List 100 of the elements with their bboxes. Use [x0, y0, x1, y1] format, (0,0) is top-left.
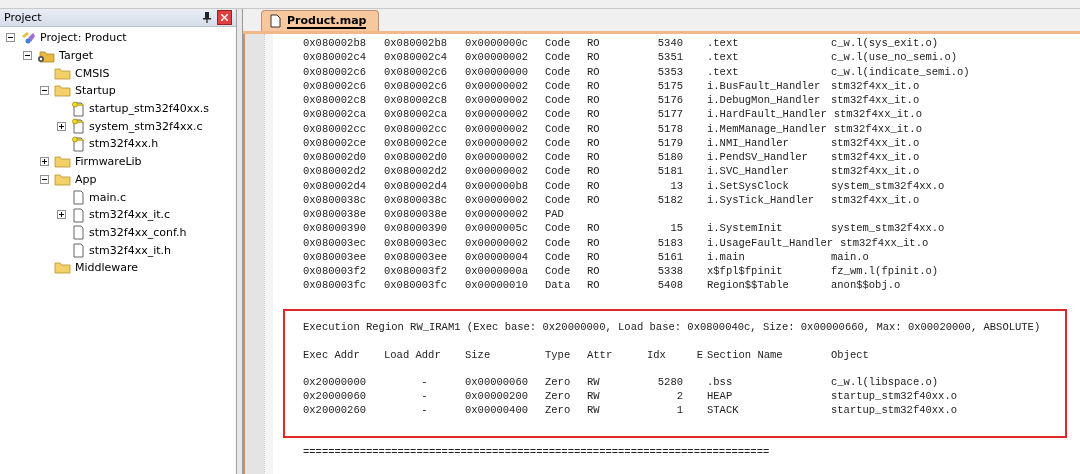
- tree-item[interactable]: CMSIS: [75, 66, 110, 80]
- map-text: 0x00000200: [465, 390, 529, 403]
- map-text: RO: [587, 265, 601, 278]
- map-text: 0x080002c6: [384, 79, 448, 92]
- map-text: stm32f4xx_it.o: [831, 136, 921, 149]
- map-text: 0x20000060: [303, 390, 367, 403]
- map-text: Code: [545, 193, 572, 206]
- column-header: E: [695, 348, 704, 361]
- map-text: i.NMI_Handler: [707, 136, 790, 149]
- map-text: i.SVC_Handler: [707, 165, 790, 178]
- tree-item[interactable]: Project: Product: [40, 31, 127, 45]
- map-text: stm32f4xx_it.o: [831, 193, 921, 206]
- map-text: 0x080003fc: [303, 279, 367, 292]
- tree-item[interactable]: Startup: [75, 84, 116, 98]
- map-text: 0x0000000a: [465, 265, 529, 278]
- map-text: 5180: [656, 151, 683, 164]
- map-text: stm32f4xx_it.o: [831, 79, 921, 92]
- map-text: Zero: [545, 390, 572, 403]
- tree-item[interactable]: startup_stm32f40xx.s: [89, 102, 209, 116]
- column-header: Load Addr: [384, 348, 442, 361]
- expand-icon[interactable]: [56, 210, 66, 220]
- file-icon: [270, 14, 281, 28]
- map-text: 1: [675, 404, 683, 417]
- collapse-icon[interactable]: [39, 174, 49, 184]
- close-icon: [221, 14, 228, 21]
- map-text: 0x20000260: [303, 404, 367, 417]
- map-text: RW: [587, 375, 601, 388]
- map-text: c_w.l(indicate_semi.o): [831, 65, 971, 78]
- map-text: 0x080002c4: [384, 51, 448, 64]
- map-text: 0x080002cc: [384, 122, 448, 135]
- map-text: 0x080002b8: [303, 37, 367, 50]
- map-text: i.SysTick_Handler: [707, 193, 816, 206]
- tree-item[interactable]: stm32f4xx_it.c: [89, 208, 171, 222]
- map-text: system_stm32f4xx.o: [831, 222, 946, 235]
- map-text: stm32f4xx_it.o: [833, 108, 923, 121]
- map-text: 5176: [656, 94, 683, 107]
- tree-item[interactable]: system_stm32f4xx.c: [89, 119, 203, 133]
- tree-item[interactable]: Middleware: [75, 261, 139, 275]
- collapse-icon[interactable]: [39, 86, 49, 96]
- map-text: 15: [669, 222, 683, 235]
- map-text: stm32f4xx_it.o: [831, 94, 921, 107]
- map-text: 0x080003ec: [303, 236, 367, 249]
- map-text: Region$$Table: [707, 279, 790, 292]
- folder-icon: [54, 84, 71, 98]
- map-text: Zero: [545, 404, 572, 417]
- map-text: 0x00000000: [465, 65, 529, 78]
- tree-item[interactable]: Target: [59, 49, 94, 63]
- map-text: 5408: [656, 279, 683, 292]
- map-text: 0x00000002: [465, 151, 529, 164]
- close-button[interactable]: [217, 10, 232, 25]
- map-text: 0x08000390: [384, 222, 448, 235]
- map-text: fz_wm.l(fpinit.o): [831, 265, 940, 278]
- folder-icon: [54, 66, 71, 80]
- collapse-icon[interactable]: [5, 33, 15, 43]
- map-text: i.UsageFault_Handler: [707, 236, 834, 249]
- map-text: 0x00000004: [465, 250, 529, 263]
- map-text: Code: [545, 265, 572, 278]
- folder-gear-icon: [37, 48, 55, 63]
- map-text: 0x00000002: [465, 208, 529, 221]
- map-text: i.BusFault_Handler: [707, 79, 822, 92]
- map-text: RO: [587, 151, 601, 164]
- tree-item[interactable]: FirmwareLib: [75, 155, 142, 169]
- map-text: Code: [545, 108, 572, 121]
- column-header: Object: [831, 348, 870, 361]
- map-text: 5179: [656, 136, 683, 149]
- map-text: i.SystemInit: [707, 222, 784, 235]
- map-text: 0x0000005c: [465, 222, 529, 235]
- map-text: RO: [587, 236, 601, 249]
- map-text: 0x080003ee: [303, 250, 367, 263]
- tree-item[interactable]: stm32f4xx.h: [89, 137, 159, 151]
- tree-item[interactable]: stm32f4xx_it.h: [89, 243, 171, 257]
- map-text: 0x080002d2: [384, 165, 448, 178]
- map-text: Code: [545, 122, 572, 135]
- map-text: 5338: [656, 265, 683, 278]
- map-text: 5175: [656, 79, 683, 92]
- pin-icon[interactable]: [203, 12, 211, 23]
- file-tab[interactable]: Product.map: [261, 10, 380, 31]
- tree-item[interactable]: stm32f4xx_conf.h: [89, 225, 187, 239]
- map-text: 0x00000002: [465, 136, 529, 149]
- map-text: 0x080002d4: [384, 179, 448, 192]
- map-text: 0x080002b8: [384, 37, 448, 50]
- expand-icon[interactable]: [39, 157, 49, 167]
- tree-item[interactable]: main.c: [89, 190, 127, 204]
- collapse-icon[interactable]: [22, 51, 32, 61]
- map-text: 5181: [656, 165, 683, 178]
- map-text: 13: [669, 179, 683, 192]
- map-text: 0x080002c8: [384, 94, 448, 107]
- map-text: 0x00000400: [465, 404, 529, 417]
- tree-item[interactable]: App: [75, 172, 97, 186]
- map-text: PAD: [545, 208, 565, 221]
- map-text: c_w.l(use_no_semi.o): [831, 51, 959, 64]
- map-text: i.main: [707, 250, 746, 263]
- map-text: 0x080003f2: [303, 265, 367, 278]
- map-text: RO: [587, 279, 601, 292]
- folder-icon: [54, 155, 71, 169]
- map-text: 0x000000b8: [465, 179, 529, 192]
- map-text: Code: [545, 79, 572, 92]
- column-header: Exec Addr: [303, 348, 361, 361]
- map-text: 5183: [656, 236, 683, 249]
- expand-icon[interactable]: [56, 121, 66, 131]
